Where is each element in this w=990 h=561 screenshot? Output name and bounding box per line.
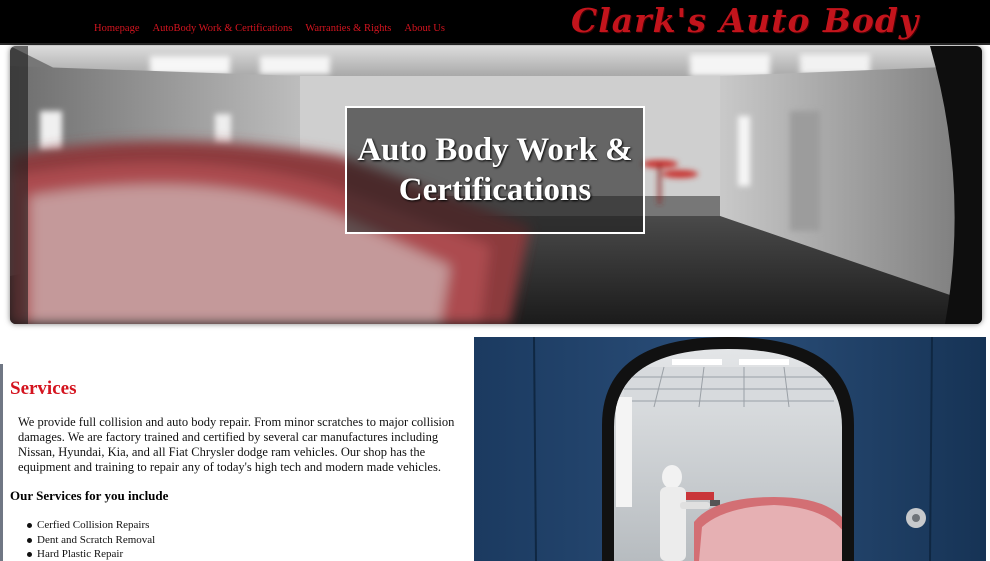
- services-subheading: Our Services for you include: [10, 488, 169, 503]
- page-title-line-1: Auto Body Work &: [357, 132, 633, 168]
- spray-booth-photo: [474, 337, 986, 561]
- hero-banner: Auto Body Work & Certifications: [10, 46, 982, 324]
- nav-link-warranties[interactable]: Warranties & Rights: [305, 23, 391, 34]
- nav-link-about-us[interactable]: About Us: [404, 23, 445, 34]
- services-list: Cerfied Collision Repairs Dent and Scrat…: [27, 518, 470, 561]
- brand-logo[interactable]: Clark's Auto Body: [571, 0, 931, 45]
- hero-title-box: Auto Body Work & Certifications: [345, 106, 645, 234]
- nav-links: Homepage AutoBody Work & Certifications …: [94, 23, 445, 34]
- services-description: We provide full collision and auto body …: [18, 415, 455, 474]
- nav-link-autobody-work[interactable]: AutoBody Work & Certifications: [152, 23, 292, 34]
- list-item: Hard Plastic Repair: [27, 547, 470, 561]
- nav-link-homepage[interactable]: Homepage: [94, 23, 139, 34]
- list-item: Dent and Scratch Removal: [27, 533, 470, 548]
- list-item: Cerfied Collision Repairs: [27, 518, 470, 533]
- services-section: Services We provide full collision and a…: [0, 364, 470, 561]
- painter-in-booth-image: [474, 337, 986, 561]
- page-title: Auto Body Work & Certifications: [357, 130, 632, 210]
- services-heading: Services: [10, 378, 77, 399]
- page-title-line-2: Certifications: [398, 172, 592, 208]
- top-navbar: Homepage AutoBody Work & Certifications …: [0, 0, 990, 45]
